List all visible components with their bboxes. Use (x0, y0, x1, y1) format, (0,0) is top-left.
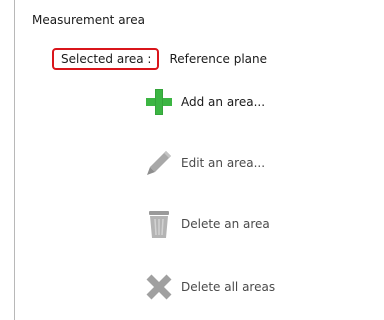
add-area-button[interactable]: Add an area... (143, 84, 265, 120)
edit-area-label: Edit an area... (181, 156, 266, 170)
edit-area-button[interactable]: Edit an area... (143, 145, 265, 181)
delete-all-areas-label: Delete all areas (181, 280, 276, 294)
section-title: Measurement area (32, 13, 145, 27)
selected-area-row: Selected area : Reference plane (52, 46, 267, 72)
x-icon (143, 271, 175, 303)
pencil-icon (143, 147, 175, 179)
delete-area-button[interactable]: Delete an area (143, 206, 270, 242)
trash-icon (143, 208, 175, 240)
delete-all-areas-button[interactable]: Delete all areas (143, 269, 275, 305)
plus-icon (143, 86, 175, 118)
measurement-area-panel: Measurement area Selected area : Referen… (0, 0, 384, 320)
delete-area-label: Delete an area (181, 217, 270, 231)
selected-area-label: Selected area : (52, 48, 160, 70)
selected-area-value: Reference plane (169, 52, 267, 66)
add-area-label: Add an area... (181, 95, 266, 109)
left-divider (14, 0, 15, 320)
